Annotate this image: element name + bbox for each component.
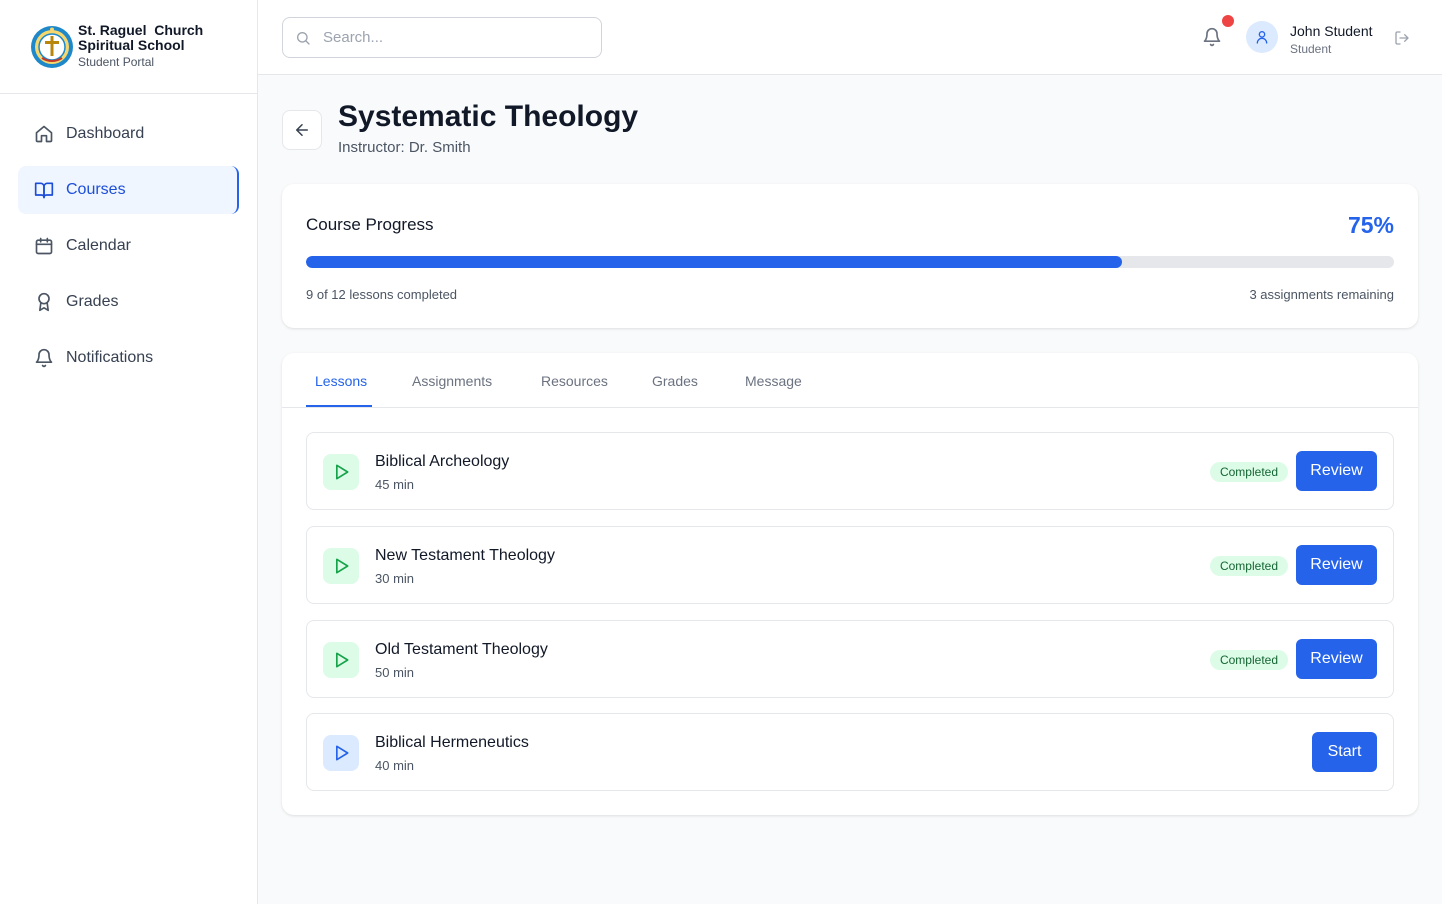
search-icon [297, 31, 310, 45]
bell-icon [35, 348, 53, 368]
start-button[interactable]: Start [1312, 732, 1377, 772]
lesson-duration: 30 min [375, 571, 415, 586]
status-badge: Completed [1209, 556, 1288, 576]
sidebar-item-label: Calendar [66, 237, 131, 254]
progress-bar-fill [306, 256, 1122, 268]
user-name: John Student [1290, 23, 1373, 39]
status-badge: Completed [1209, 462, 1288, 482]
sidebar-nav: Dashboard Courses Calendar Grades Notifi… [0, 94, 257, 382]
lesson-duration: 50 min [375, 665, 415, 680]
arrow-left-icon [296, 124, 308, 136]
lesson-title: Biblical Hermeneutics [375, 734, 529, 751]
lesson-row: Biblical Hermeneutics 40 min Start [306, 713, 1394, 791]
brand-subtitle: Student Portal [78, 55, 155, 69]
user-role: Student [1290, 42, 1332, 56]
search-box[interactable] [282, 17, 602, 58]
bell-icon [1203, 27, 1221, 47]
brand[interactable]: St. Raguel Church Spiritual School Stude… [0, 0, 257, 94]
lesson-row: Old Testament Theology 50 min Completed … [306, 620, 1394, 698]
progress-title: Course Progress [306, 215, 434, 234]
status-badge: Completed [1209, 650, 1288, 670]
lesson-title: New Testament Theology [375, 547, 555, 564]
sidebar-item-calendar[interactable]: Calendar [18, 222, 239, 270]
sidebar-item-label: Grades [66, 293, 119, 310]
tab-assignments[interactable]: Assignments [412, 373, 492, 389]
review-button[interactable]: Review [1296, 639, 1377, 679]
tab-resources[interactable]: Resources [541, 373, 608, 389]
course-content-card: Lessons Assignments Resources Grades Mes… [282, 353, 1418, 815]
logout-icon [1395, 31, 1409, 45]
review-button[interactable]: Review [1296, 545, 1377, 585]
lesson-row: Biblical Archeology 45 min Completed Rev… [306, 432, 1394, 510]
play-icon[interactable] [323, 548, 359, 584]
tab-grades[interactable]: Grades [652, 373, 698, 389]
course-progress-card: Course Progress 75% 9 of 12 lessons comp… [282, 184, 1418, 328]
church-logo-icon [31, 25, 73, 68]
brand-name-line1: St. Raguel Church [78, 22, 204, 38]
instructor-name: Instructor: Dr. Smith [338, 139, 471, 156]
avatar[interactable] [1246, 21, 1278, 53]
lessons-completed-text: 9 of 12 lessons completed [306, 287, 458, 302]
page-title: Systematic Theology [338, 100, 639, 133]
progress-bar [306, 256, 1394, 268]
sidebar-item-courses[interactable]: Courses [18, 166, 239, 214]
top-header: John Student Student [258, 0, 1442, 75]
sidebar: St. Raguel Church Spiritual School Stude… [0, 0, 258, 904]
logout-button[interactable] [1394, 30, 1410, 46]
review-button[interactable]: Review [1296, 451, 1377, 491]
play-icon[interactable] [323, 735, 359, 771]
play-icon[interactable] [323, 454, 359, 490]
sidebar-item-label: Notifications [66, 349, 154, 366]
notification-dot [1222, 15, 1234, 27]
lesson-row: New Testament Theology 30 min Completed … [306, 526, 1394, 604]
active-tab-indicator [306, 405, 372, 407]
home-icon [35, 125, 53, 143]
lesson-duration: 40 min [375, 758, 415, 773]
lesson-title: Old Testament Theology [375, 641, 548, 658]
sidebar-item-grades[interactable]: Grades [18, 278, 239, 326]
tab-message[interactable]: Message [745, 373, 802, 389]
book-open-icon [34, 182, 54, 199]
back-button[interactable] [282, 110, 322, 150]
sidebar-item-label: Courses [66, 181, 126, 198]
assignments-remaining-text: 3 assignments remaining [1249, 287, 1394, 302]
calendar-icon [35, 237, 53, 255]
brand-name-line2: Spiritual School [78, 37, 185, 53]
lesson-title: Biblical Archeology [375, 453, 510, 470]
tab-lessons[interactable]: Lessons [315, 373, 367, 389]
sidebar-item-notifications[interactable]: Notifications [18, 334, 239, 382]
play-icon[interactable] [323, 642, 359, 678]
sidebar-item-label: Dashboard [66, 125, 145, 142]
user-icon [1256, 31, 1268, 44]
tab-bar: Lessons Assignments Resources Grades Mes… [282, 353, 1418, 408]
search-input[interactable] [323, 29, 583, 46]
notifications-button[interactable] [1202, 27, 1222, 47]
sidebar-item-dashboard[interactable]: Dashboard [18, 110, 239, 158]
progress-percent: 75% [1347, 212, 1394, 238]
lesson-duration: 45 min [375, 477, 415, 492]
award-icon [38, 292, 50, 312]
